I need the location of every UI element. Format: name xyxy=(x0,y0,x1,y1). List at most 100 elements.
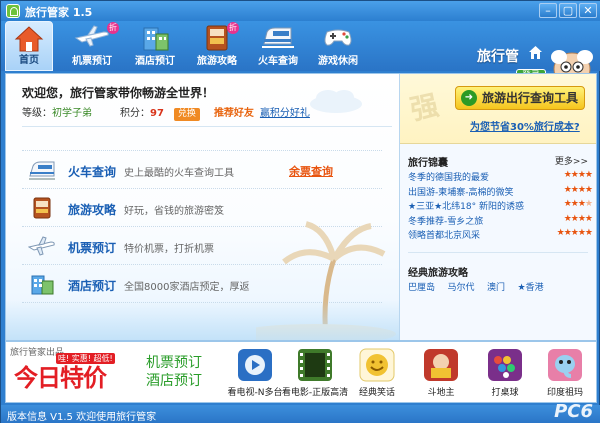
query-button-label: 旅游出行查询工具 xyxy=(482,91,579,105)
sidebar-divider xyxy=(408,252,588,253)
hotel-icon xyxy=(143,27,169,51)
feature-desc: 好玩，省钱的旅游密笈 xyxy=(124,206,224,217)
feature-name[interactable]: 机票预订 xyxy=(68,239,116,256)
rating-stars: ★★★★ xyxy=(563,184,593,195)
app-zuma[interactable]: 印度祖玛 xyxy=(534,346,596,402)
guides-title: 经典旅游攻略 xyxy=(408,268,468,279)
remaining-tickets-link[interactable]: 余票查询 xyxy=(289,163,333,179)
app-tv[interactable]: 看电视-N多台 xyxy=(224,346,286,402)
guide-link[interactable]: ★香港 xyxy=(518,283,544,293)
welcome-message: 欢迎您，旅行管家带你畅游全世界！ xyxy=(22,86,215,100)
save-cost-link[interactable]: 为您节省30%旅行成本? xyxy=(470,118,580,133)
pc6-watermark: PC6 xyxy=(554,401,593,422)
nav-hotels-label: 酒店预订 xyxy=(135,56,175,67)
promo-bar: 旅行管家出品 今日特价 哇! 实惠! 超低! 机票预订 酒店预订 看电视-N多台 xyxy=(5,341,597,403)
app-label: 经典笑话 xyxy=(358,388,395,398)
tip-title[interactable]: ★三亚★北纬18° 新阳的诱惑 xyxy=(408,199,524,212)
airplane-icon xyxy=(74,25,109,47)
promo-hotels[interactable]: 酒店预订 xyxy=(146,372,202,390)
flights-discount-badge: 折 xyxy=(107,22,119,34)
guides-list: 巴厘岛 马尔代 澳门 ★香港 xyxy=(408,280,592,293)
smiley-icon xyxy=(359,348,395,382)
nav-hotels[interactable]: 酒店预订 xyxy=(129,21,181,71)
home-icon xyxy=(14,26,44,52)
airplane-icon xyxy=(28,236,55,256)
feature-name[interactable]: 酒店预订 xyxy=(68,277,116,294)
points-value: 97 xyxy=(150,108,164,119)
tip-item[interactable]: 出国游-柬埔寨-高棉的微笑 ★★★★ xyxy=(408,184,593,200)
tip-item[interactable]: ★三亚★北纬18° 新阳的诱惑 ★★★★ xyxy=(408,199,593,214)
nav-home[interactable]: 首页 xyxy=(5,21,53,71)
tip-item[interactable]: 冬季推荐-雪乡之旅 ★★★★ xyxy=(408,213,593,229)
level-value: 初学子弟 xyxy=(52,108,92,119)
app-logo-icon xyxy=(6,4,20,18)
nav-travel-guide[interactable]: 折 旅游攻略 xyxy=(191,21,243,71)
cards-game-icon xyxy=(424,349,458,381)
app-label: 印度祖玛 xyxy=(546,388,583,398)
feature-name[interactable]: 火车查询 xyxy=(68,163,116,180)
app-jokes[interactable]: 经典笑话 xyxy=(346,346,408,402)
qiang-watermark: 强 xyxy=(407,88,442,127)
app-doudizhu[interactable]: 斗地主 xyxy=(410,346,472,402)
main-content: 欢迎您，旅行管家带你畅游全世界！ 等级：初学子弟 积分：97 兑换 推荐好友 赢积分好礼… xyxy=(5,73,597,341)
house-logo-icon xyxy=(529,46,542,59)
promo-flights[interactable]: 机票预订 xyxy=(146,354,202,372)
close-button[interactable]: ✕ xyxy=(579,3,597,18)
film-icon xyxy=(298,349,332,381)
train-icon xyxy=(29,161,55,180)
rating-stars: ★★★★ xyxy=(563,199,593,209)
nav-flights-label: 机票预订 xyxy=(72,56,112,67)
billiards-icon xyxy=(488,349,522,381)
window-controls: – ▢ ✕ xyxy=(539,3,597,18)
points-label: 积分： xyxy=(120,108,150,119)
tip-item[interactable]: 领略首都北京风采 ★★★★★ xyxy=(408,228,593,243)
app-billiards[interactable]: 打桌球 xyxy=(474,346,536,402)
travel-query-tool-button[interactable]: ➜ 旅游出行查询工具 xyxy=(455,86,585,110)
nav-games[interactable]: 游戏休闲 xyxy=(311,21,365,71)
refer-friend-link[interactable]: 推荐好友 xyxy=(214,108,254,119)
more-tips-link[interactable]: 更多>> xyxy=(555,154,588,167)
home-panel: 欢迎您，旅行管家带你畅游全世界！ 等级：初学子弟 积分：97 兑换 推荐好友 赢积分好礼… xyxy=(6,74,399,340)
nav-trains[interactable]: 火车查询 xyxy=(251,21,305,71)
tip-title[interactable]: 冬季推荐-雪乡之旅 xyxy=(408,214,483,227)
guide-link[interactable]: 澳门 xyxy=(487,283,505,293)
tip-title[interactable]: 冬季的德国我的最爱 xyxy=(408,170,489,183)
brand-name: 旅行管 xyxy=(477,49,519,65)
guide-link[interactable]: 巴厘岛 xyxy=(408,283,435,293)
exchange-button[interactable]: 兑换 xyxy=(173,108,200,121)
feature-name[interactable]: 旅游攻略 xyxy=(68,201,116,218)
nav-travel-guide-label: 旅游攻略 xyxy=(197,56,237,67)
cloud-illustration xyxy=(310,90,362,113)
main-toolbar: 首页 折 机票预订 酒店预订 折 旅游攻略 火车查询 游戏休闲 旅行管 xyxy=(1,21,600,87)
user-info-row: 等级：初学子弟 积分：97 兑换 推荐好友 赢积分好礼 xyxy=(22,104,310,121)
rating-stars: ★★★★ xyxy=(563,213,593,224)
guide-link[interactable]: 马尔代 xyxy=(448,283,475,293)
tip-item[interactable]: 冬季的德国我的最爱 ★★★★ xyxy=(408,170,593,185)
guide-discount-badge: 折 xyxy=(227,22,239,34)
rating-stars: ★★★★ xyxy=(563,170,593,180)
arrow-right-icon: ➜ xyxy=(461,90,477,106)
guidebook-icon xyxy=(33,197,51,219)
tip-title[interactable]: 出国游-柬埔寨-高棉的微笑 xyxy=(408,185,514,198)
maximize-button[interactable]: ▢ xyxy=(559,3,577,18)
daily-deal-tag: 哇! 实惠! 超低! xyxy=(56,353,115,364)
nav-games-label: 游戏休闲 xyxy=(318,56,358,67)
query-tool-area: 强 ➜ 旅游出行查询工具 为您节省30%旅行成本? xyxy=(400,74,596,144)
tips-list: 冬季的德国我的最爱 ★★★★ 出国游-柬埔寨-高棉的微笑 ★★★★ ★三亚★北纬… xyxy=(408,170,593,243)
minimize-button[interactable]: – xyxy=(539,3,557,18)
level-label: 等级： xyxy=(22,108,52,119)
app-movies[interactable]: 看电影-正版高清 xyxy=(282,346,348,402)
tips-title: 旅行锦囊 xyxy=(408,158,448,169)
app-label: 看电影-正版高清 xyxy=(281,388,349,398)
earn-points-link[interactable]: 赢积分好礼 xyxy=(260,108,310,119)
feature-trains[interactable]: 火车查询 史上最酷的火车查询工具 余票查询 xyxy=(22,151,382,189)
sea-backdrop xyxy=(6,300,399,340)
status-bar: 版本信息 V1.5 欢迎使用旅行管家 PC6 xyxy=(1,401,600,423)
feature-desc: 史上最酷的火车查询工具 xyxy=(124,168,234,179)
gamepad-icon xyxy=(324,29,352,46)
version-info: 版本信息 V1.5 欢迎使用旅行管家 xyxy=(7,412,157,423)
tip-title[interactable]: 领略首都北京风采 xyxy=(408,228,480,241)
nav-flights[interactable]: 折 机票预订 xyxy=(65,21,119,71)
booking-promo[interactable]: 机票预订 酒店预订 xyxy=(146,354,202,390)
app-label: 斗地主 xyxy=(427,388,455,398)
